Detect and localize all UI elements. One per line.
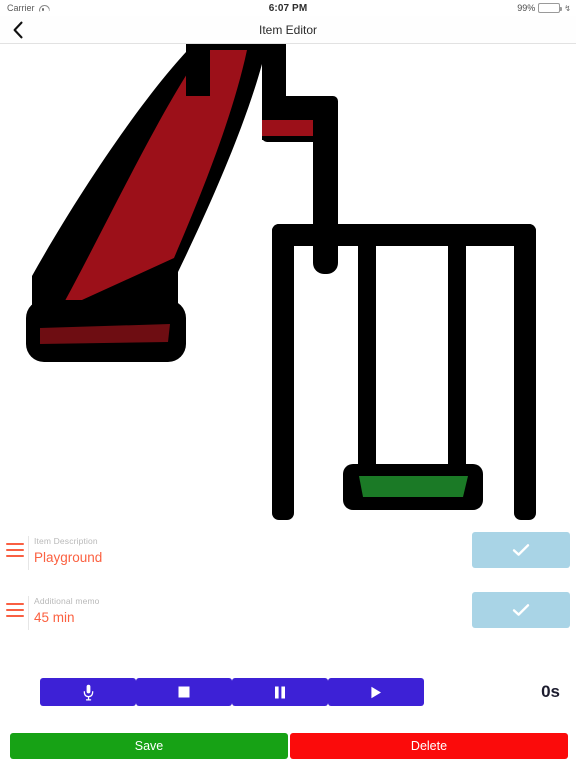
swing-chain-left [358,240,376,490]
play-button[interactable] [328,678,424,706]
reorder-handle-icon[interactable] [6,542,24,558]
field-text-group: Additional memo 45 min [34,596,100,626]
pause-button[interactable] [232,678,328,706]
field-text-group: Item Description Playground [34,536,102,566]
playground-illustration [0,44,576,521]
check-icon [512,544,530,556]
battery-icon [538,3,562,13]
record-button[interactable] [40,678,136,706]
page-title: Item Editor [258,23,318,37]
stop-square-icon [178,686,190,698]
battery-percent-label: 99% [517,3,536,13]
platform-rail-left [186,44,210,96]
media-controls: 0s [0,678,576,706]
app-screen: Carrier 6:07 PM 99% ↯ Item Editor Item D… [0,0,576,768]
battery-charging-icon: ↯ [564,3,571,13]
center-post [313,104,338,274]
field-label: Additional memo [34,596,100,606]
item-description-input[interactable]: Playground [34,549,102,566]
field-divider [28,596,29,630]
additional-memo-input[interactable]: 45 min [34,609,100,626]
microphone-icon [83,684,93,700]
confirm-memo-button[interactable] [472,592,570,628]
check-icon [512,604,530,616]
save-button[interactable]: Save [10,733,288,759]
field-row-additional-memo: Additional memo 45 min [0,588,576,644]
swing-leg-left [272,224,294,520]
recording-timer: 0s [541,682,560,701]
swing-leg-right [514,224,536,520]
swing-chain-right [448,240,466,490]
delete-button[interactable]: Delete [290,733,568,759]
status-bar: Carrier 6:07 PM 99% ↯ [0,0,576,16]
stop-button[interactable] [136,678,232,706]
navigation-bar: Item Editor [0,16,576,44]
bottom-action-bar: Save Delete [0,733,576,759]
reorder-handle-icon[interactable] [6,602,24,618]
play-triangle-icon [371,686,381,698]
field-label: Item Description [34,536,98,546]
field-divider [28,536,29,570]
field-row-item-description: Item Description Playground [0,528,576,584]
swing-top-beam [272,224,536,246]
swing-seat-surface [359,476,468,497]
status-bar-right: 99% ↯ [517,3,571,13]
confirm-description-button[interactable] [472,532,570,568]
pause-bars-icon [275,686,285,698]
status-bar-time: 6:07 PM [268,2,308,14]
